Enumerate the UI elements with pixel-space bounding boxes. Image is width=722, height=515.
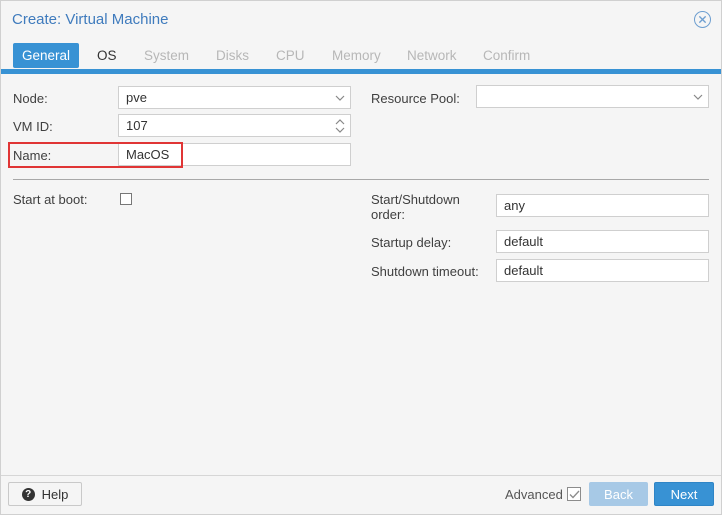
startup-delay-label: Startup delay:	[371, 235, 452, 250]
advanced-checkbox[interactable]	[567, 487, 581, 501]
dialog-footer: ? Help Advanced Back Next	[1, 475, 721, 514]
node-label: Node:	[13, 91, 48, 106]
advanced-label: Advanced	[505, 487, 563, 502]
help-button-label: Help	[41, 486, 69, 502]
dialog-header: Create: Virtual Machine	[1, 1, 721, 39]
name-input[interactable]: MacOS	[118, 143, 351, 166]
close-button[interactable]	[694, 11, 711, 28]
tab-os[interactable]: OS	[88, 43, 126, 68]
startup-order-input[interactable]: any	[496, 194, 709, 217]
node-select[interactable]: pve	[118, 86, 351, 109]
tab-general[interactable]: General	[13, 43, 80, 68]
section-divider	[13, 179, 709, 180]
shutdown-timeout-value: default	[504, 263, 544, 278]
start-at-boot-label: Start at boot:	[13, 192, 88, 207]
chevron-down-icon[interactable]	[688, 86, 708, 107]
create-vm-dialog: Create: Virtual Machine General OS Syste…	[0, 0, 722, 515]
back-button[interactable]: Back	[589, 482, 648, 506]
vmid-spinner[interactable]: 107	[118, 114, 351, 137]
spinner-arrows-icon[interactable]	[330, 115, 350, 136]
tab-memory[interactable]: Memory	[323, 43, 390, 68]
resource-pool-label: Resource Pool:	[371, 91, 460, 106]
startup-order-label-line2: order:	[371, 207, 405, 222]
tab-network[interactable]: Network	[398, 43, 466, 68]
help-button[interactable]: ? Help	[8, 482, 82, 506]
name-label: Name:	[13, 148, 52, 163]
shutdown-timeout-label: Shutdown timeout:	[371, 264, 479, 279]
startup-order-value: any	[504, 198, 525, 213]
check-icon	[569, 490, 579, 498]
name-value: MacOS	[126, 147, 170, 162]
next-button[interactable]: Next	[654, 482, 714, 506]
chevron-down-icon[interactable]	[330, 87, 350, 108]
tab-confirm[interactable]: Confirm	[474, 43, 539, 68]
startup-order-label-line1: Start/Shutdown	[371, 192, 460, 207]
tab-system[interactable]: System	[135, 43, 198, 68]
tab-strip-bar	[1, 69, 721, 74]
node-value: pve	[126, 90, 147, 105]
startup-delay-value: default	[504, 234, 544, 249]
tab-disks[interactable]: Disks	[207, 43, 258, 68]
dialog-title: Create: Virtual Machine	[12, 11, 169, 28]
wizard-tabs: General OS System Disks CPU Memory Netwo…	[1, 43, 721, 69]
tab-cpu[interactable]: CPU	[267, 43, 314, 68]
vmid-label: VM ID:	[13, 119, 53, 134]
startup-order-label: Start/Shutdown order:	[371, 192, 460, 222]
close-icon	[698, 15, 707, 24]
shutdown-timeout-input[interactable]: default	[496, 259, 709, 282]
resource-pool-select[interactable]	[476, 85, 709, 108]
help-icon: ?	[21, 487, 35, 501]
start-at-boot-checkbox[interactable]	[120, 193, 132, 205]
vmid-value: 107	[126, 118, 148, 133]
startup-delay-input[interactable]: default	[496, 230, 709, 253]
